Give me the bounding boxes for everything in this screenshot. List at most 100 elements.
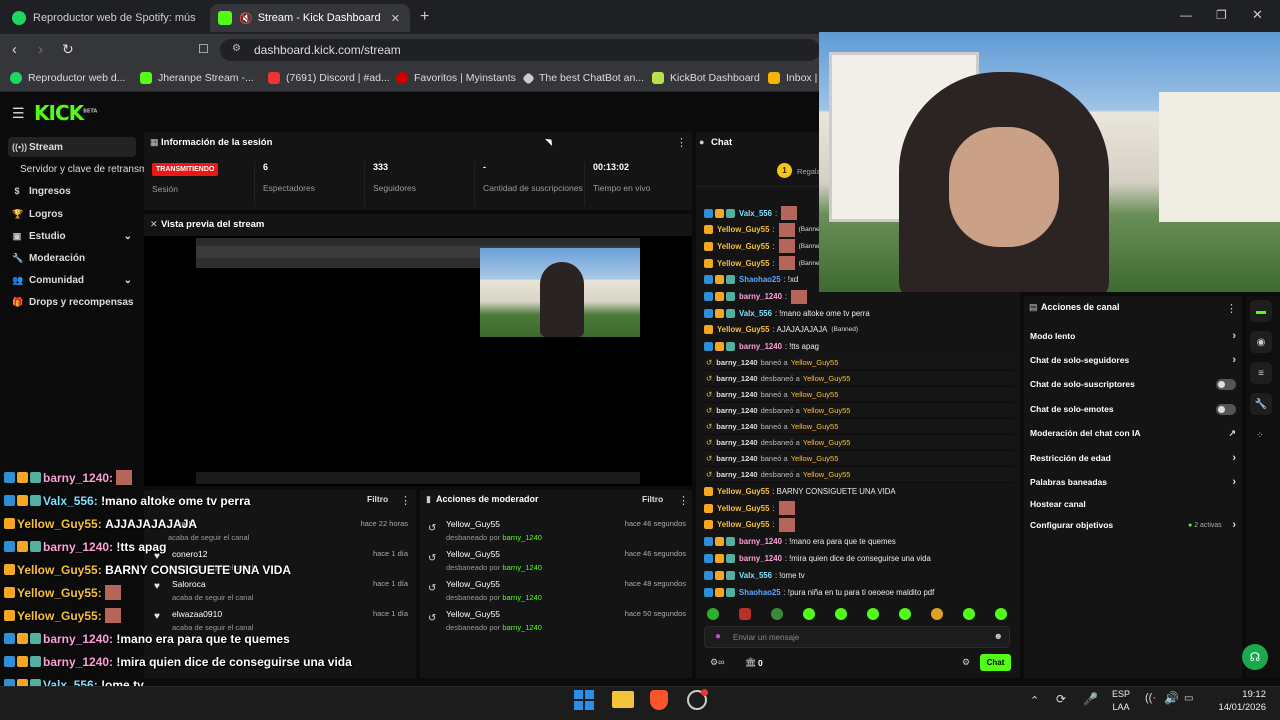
nav-drops[interactable]: 🎁 Drops y recompensas: [8, 292, 136, 312]
chat-username[interactable]: Valx_556: [739, 309, 772, 318]
nav-moderation[interactable]: 🔧 Moderación: [8, 248, 136, 268]
minimize-icon[interactable]: —: [1180, 8, 1192, 22]
battery-icon[interactable]: ▭: [1184, 693, 1193, 704]
chat-username[interactable]: Yellow_Guy55: [717, 225, 769, 234]
tab-kick-dashboard[interactable]: 🔇 Stream - Kick Dashboard ✕: [210, 4, 410, 32]
plus-rail-icon[interactable]: ⁘: [1256, 430, 1264, 441]
emotes-only-toggle[interactable]: [1216, 403, 1236, 415]
tab-spotify[interactable]: Reproductor web de Spotify: música: [4, 4, 204, 32]
more-options-icon[interactable]: ⋮: [676, 136, 687, 149]
more-options-icon[interactable]: ⋮: [400, 494, 411, 507]
age-restriction[interactable]: Restricción de edad ›: [1030, 447, 1240, 469]
chat-username[interactable]: Yellow_Guy55: [717, 325, 769, 334]
microphone-icon[interactable]: 🎤: [1083, 692, 1098, 706]
mic-icon[interactable]: ●: [715, 631, 721, 642]
slow-mode[interactable]: Modo lento ›: [1030, 325, 1240, 347]
sync-icon[interactable]: ⟳: [1056, 692, 1066, 706]
forward-icon[interactable]: ›: [38, 41, 43, 58]
emote-icon[interactable]: [931, 608, 943, 620]
nav-stream[interactable]: ((•)) Stream: [8, 137, 136, 157]
hamburger-menu-icon[interactable]: ☰: [12, 105, 25, 122]
help-icon[interactable]: ☊: [1242, 644, 1268, 670]
chat-username[interactable]: barny_1240: [739, 537, 782, 546]
window-close-icon[interactable]: ✕: [1252, 7, 1263, 23]
wifi-icon[interactable]: ((·: [1145, 692, 1156, 704]
bookmark-item[interactable]: (7691) Discord | #ad...: [268, 72, 390, 84]
chat-rail-icon[interactable]: ▬: [1250, 300, 1272, 322]
nav-server-key[interactable]: Servidor y clave de retransm: [16, 159, 144, 179]
chat-username[interactable]: Yellow_Guy55: [717, 520, 769, 529]
new-tab-icon[interactable]: +: [420, 8, 429, 26]
gift-count[interactable]: 1: [777, 163, 792, 178]
points-icon[interactable]: ⚙∞: [710, 657, 724, 668]
nav-achievements[interactable]: 🏆 Logros: [8, 204, 136, 224]
followers-only-chat[interactable]: Chat de solo-seguidores ›: [1030, 349, 1240, 371]
subscribers-only-chat[interactable]: Chat de solo-suscriptores: [1030, 373, 1240, 395]
send-chat-button[interactable]: Chat: [980, 654, 1011, 671]
chat-username[interactable]: Valx_556: [739, 209, 772, 218]
bookmark-item[interactable]: KickBot Dashboard: [652, 72, 760, 84]
clock[interactable]: 19:12 14/01/2026: [1210, 688, 1266, 714]
emote-icon[interactable]: [835, 608, 847, 620]
reload-icon[interactable]: ↻: [62, 41, 74, 58]
bookmark-item[interactable]: The best ChatBot an...: [522, 71, 644, 85]
bookmark-icon[interactable]: ☐: [198, 42, 209, 56]
nav-revenue[interactable]: $ Ingresos: [8, 181, 136, 201]
broadcast-rail-icon[interactable]: ◉: [1250, 331, 1272, 353]
emotes-only-chat[interactable]: Chat de solo-emotes: [1030, 398, 1240, 420]
kick-logo[interactable]: KICKBETA: [34, 101, 97, 125]
volume-icon[interactable]: 🔊: [1164, 691, 1179, 705]
nav-studio[interactable]: ▣ Estudio ⌄: [8, 226, 136, 246]
emote-icon[interactable]: [707, 608, 719, 620]
emote-icon[interactable]: [803, 608, 815, 620]
nav-community[interactable]: 👥 Comunidad ⌄: [8, 270, 136, 290]
bookmark-item[interactable]: Favoritos | Myinstants: [396, 72, 516, 84]
windows-start-icon[interactable]: [574, 690, 594, 710]
chat-username[interactable]: Yellow_Guy55: [717, 242, 769, 251]
emote-icon[interactable]: [963, 608, 975, 620]
chat-username[interactable]: barny_1240: [739, 342, 782, 351]
close-icon[interactable]: ✕: [150, 219, 158, 230]
url-field[interactable]: ⚙ dashboard.kick.com/stream: [220, 39, 820, 61]
chat-username[interactable]: barny_1240: [739, 554, 782, 563]
brave-browser-icon[interactable]: [650, 690, 668, 710]
ai-moderation[interactable]: Moderación del chat con IA ↗: [1030, 422, 1240, 444]
bookmark-item[interactable]: Reproductor web d...: [10, 72, 125, 84]
chevron-up-icon[interactable]: ⌃: [1030, 694, 1039, 707]
more-options-icon[interactable]: ⋮: [1226, 302, 1237, 315]
chat-username[interactable]: Shaohao25: [739, 588, 781, 597]
language-indicator[interactable]: ESP LAA: [1112, 688, 1130, 714]
bookmark-item[interactable]: Jheranpe Stream -...: [140, 72, 254, 84]
chat-username[interactable]: Valx_556: [739, 571, 772, 580]
banned-words[interactable]: Palabras baneadas ›: [1030, 471, 1240, 493]
emote-icon[interactable]: [995, 608, 1007, 620]
chat-username[interactable]: Yellow_Guy55: [717, 504, 769, 513]
gift-label[interactable]: Regala: [797, 167, 821, 176]
chat-username[interactable]: Yellow_Guy55: [717, 487, 769, 496]
emote-icon[interactable]: [899, 608, 911, 620]
chat-input[interactable]: ● Enviar un mensaje ☻: [704, 626, 1010, 648]
emoji-icon[interactable]: ☻: [994, 631, 1003, 641]
emote-icon[interactable]: [867, 608, 879, 620]
host-channel[interactable]: Hostear canal: [1030, 493, 1240, 515]
list-rail-icon[interactable]: ≡: [1250, 362, 1272, 384]
maximize-icon[interactable]: ❐: [1216, 8, 1227, 22]
chat-username[interactable]: Shaohao25: [739, 275, 781, 284]
bookmark-item[interactable]: Inbox |: [768, 72, 817, 84]
mod-filter[interactable]: Filtro: [642, 494, 663, 504]
chat-username[interactable]: barny_1240: [739, 292, 782, 301]
configure-goals[interactable]: Configurar objetivos ● 2 activas ›: [1030, 514, 1240, 536]
back-icon[interactable]: ‹: [12, 41, 17, 58]
followers-filter[interactable]: Filtro: [367, 494, 388, 504]
wrench-rail-icon[interactable]: 🔧: [1250, 393, 1272, 415]
chat-username[interactable]: Yellow_Guy55: [717, 259, 769, 268]
more-options-icon[interactable]: ⋮: [678, 494, 689, 507]
emote-icon[interactable]: [771, 608, 783, 620]
emote-icon[interactable]: [739, 608, 751, 620]
site-info-icon[interactable]: ⚙: [232, 43, 241, 54]
subscribers-only-toggle[interactable]: [1216, 378, 1236, 390]
close-icon[interactable]: ✕: [391, 12, 400, 25]
file-explorer-icon[interactable]: [612, 691, 634, 708]
settings-gear-icon[interactable]: ⚙: [962, 657, 970, 668]
sword-badge-icon: [704, 587, 713, 597]
